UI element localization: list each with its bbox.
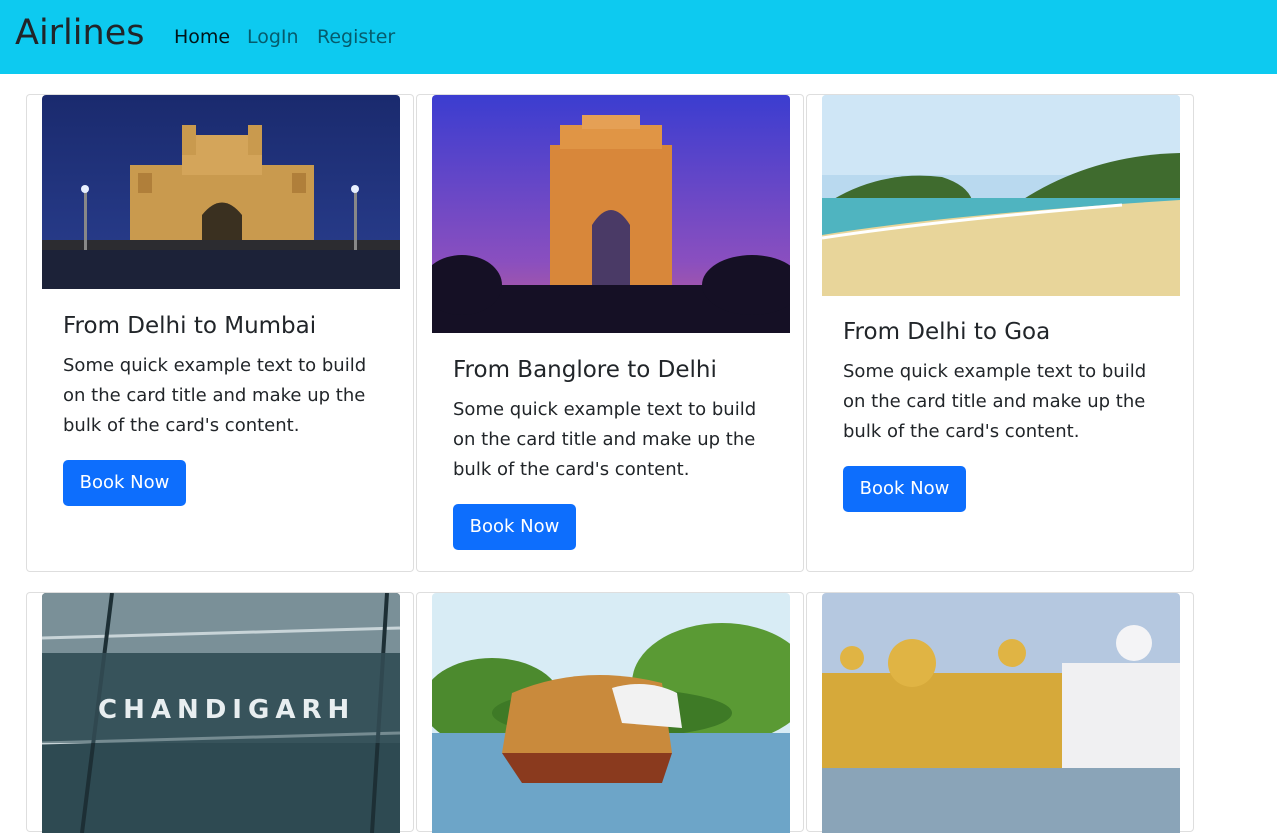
chandigarh-sign-text: CHANDIGARH — [98, 695, 355, 725]
card-title: From Delhi to Mumbai — [63, 313, 317, 339]
book-now-button[interactable]: Book Now — [63, 460, 186, 506]
nav-link-register[interactable]: Register — [317, 25, 395, 49]
card-delhi-mumbai: From Delhi to Mumbai Some quick example … — [26, 94, 414, 572]
card-banglore-delhi: From Banglore to Delhi Some quick exampl… — [416, 94, 804, 572]
navbar: Airlines Home LogIn Register — [0, 0, 1277, 74]
card-delhi-goa: From Delhi to Goa Some quick example tex… — [806, 94, 1194, 572]
card-text: Some quick example text to build on the … — [63, 355, 367, 436]
india-gate-image — [432, 95, 790, 333]
book-now-button[interactable]: Book Now — [843, 466, 966, 512]
card-golden-temple — [806, 592, 1194, 833]
nav-link-home[interactable]: Home — [174, 25, 230, 49]
kerala-houseboat-image — [432, 593, 790, 833]
card-text: Some quick example text to build on the … — [453, 399, 757, 480]
brand-logo-link[interactable]: Airlines — [15, 11, 144, 55]
golden-temple-image — [822, 593, 1180, 833]
card-text: Some quick example text to build on the … — [843, 361, 1147, 442]
book-now-button[interactable]: Book Now — [453, 504, 576, 550]
card-houseboat — [416, 592, 804, 833]
card-chandigarh: CHANDIGARH — [26, 592, 414, 833]
chandigarh-image: CHANDIGARH — [42, 593, 400, 833]
goa-beach-image — [822, 95, 1180, 296]
gateway-of-india-image — [42, 95, 400, 289]
card-title: From Banglore to Delhi — [453, 357, 717, 383]
card-title: From Delhi to Goa — [843, 319, 1051, 345]
nav-link-login[interactable]: LogIn — [247, 25, 299, 49]
